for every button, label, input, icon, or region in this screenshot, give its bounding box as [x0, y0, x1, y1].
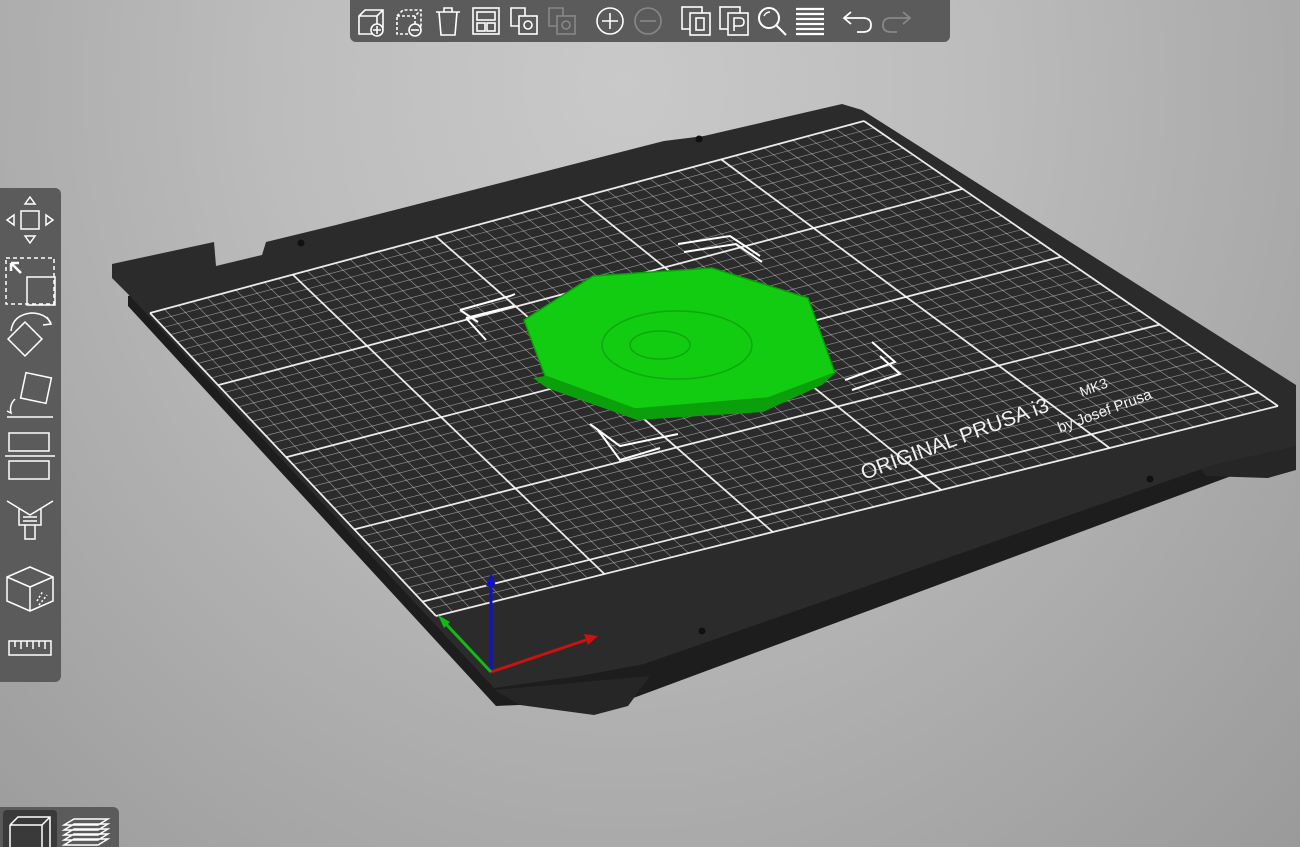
- measure-icon: [8, 640, 52, 656]
- rotate-icon: [6, 312, 53, 358]
- 3d-view-tab[interactable]: [3, 810, 57, 847]
- scale-icon: [5, 257, 56, 306]
- measure-tool-button[interactable]: [2, 620, 58, 676]
- 3d-view-icon: [9, 815, 51, 847]
- hollow-tool-button[interactable]: [2, 560, 58, 616]
- cut-tool-button[interactable]: [2, 428, 58, 484]
- 3d-viewport[interactable]: ORIGINAL PRUSA i3 MK3 by Josef Prusa: [0, 0, 1300, 847]
- preview-tab[interactable]: [59, 810, 113, 847]
- preview-layers-icon: [61, 817, 111, 846]
- place-on-face-tool-button[interactable]: [2, 368, 58, 424]
- scale-tool-button[interactable]: [2, 252, 58, 308]
- left-toolbar: [0, 188, 61, 682]
- cut-icon: [5, 432, 55, 480]
- place-on-face-icon: [6, 371, 53, 418]
- paint-supports-icon: [6, 500, 54, 540]
- paint-supports-tool-button[interactable]: [2, 494, 58, 550]
- move-icon: [5, 195, 55, 245]
- move-tool-button[interactable]: [2, 192, 58, 248]
- hollow-icon: [6, 566, 54, 612]
- rotate-tool-button[interactable]: [2, 306, 58, 362]
- view-switch: [0, 807, 119, 847]
